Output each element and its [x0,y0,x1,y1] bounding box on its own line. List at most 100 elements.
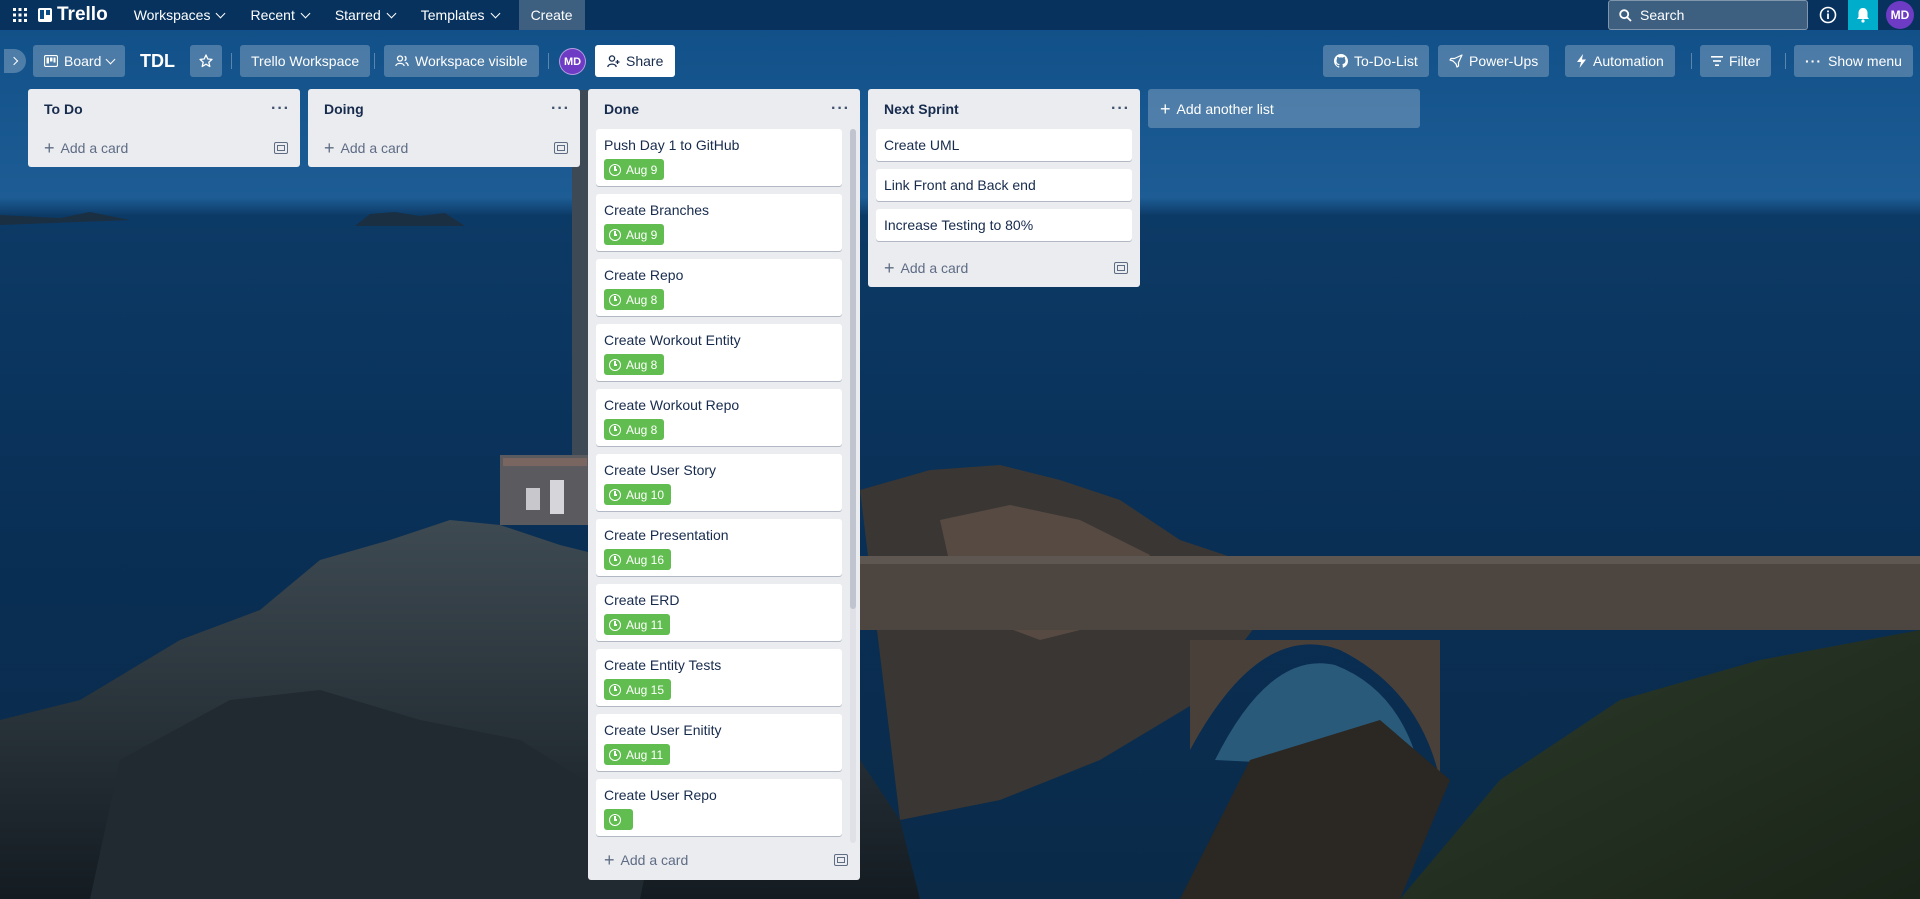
card-title: Create Branches [604,202,710,218]
header-divider [548,53,549,69]
due-date-badge[interactable]: Aug 8 [604,419,665,440]
chevron-down-icon [490,8,501,18]
starred-menu[interactable]: Starred [325,0,405,30]
card[interactable]: Create User Repo [596,779,842,836]
list-title[interactable]: To Do [44,101,83,117]
due-date-badge[interactable]: Aug 11 [604,744,671,765]
notifications-bell-icon[interactable] [1848,0,1878,30]
board-title[interactable]: TDL [130,45,185,77]
board-member-avatar[interactable]: MD [559,48,586,75]
card[interactable]: Create User Story Aug 10 [596,454,842,511]
card-title: Create ERD [604,592,680,608]
github-powerup-button[interactable]: To-Do-List [1323,45,1429,77]
header-divider [374,53,375,69]
card[interactable]: Push Day 1 to GitHub Aug 9 [596,129,842,186]
recent-menu[interactable]: Recent [240,0,318,30]
sidebar-expand-button[interactable] [4,49,26,73]
info-icon[interactable] [1816,3,1840,27]
workspace-button[interactable]: Trello Workspace [240,45,371,77]
due-date-label: Aug 9 [626,162,658,177]
add-card-button[interactable]: + Add a card [884,259,968,277]
card-template-icon[interactable] [1114,262,1128,274]
board-view-label: Board [64,53,102,69]
list-next-sprint: Next Sprint ··· Create UML Link Front an… [868,89,1140,287]
chevron-down-icon [386,8,397,18]
board-view-switcher[interactable]: Board [33,45,126,77]
list-title[interactable]: Doing [324,101,364,117]
app-switcher-icon[interactable] [8,3,32,27]
user-avatar[interactable]: MD [1886,1,1914,29]
filter-button[interactable]: Filter [1700,45,1772,77]
power-ups-button[interactable]: Power-Ups [1438,45,1550,77]
due-date-badge[interactable]: Aug 16 [604,549,672,570]
card[interactable]: Create Workout Repo Aug 8 [596,389,842,446]
search-input[interactable]: Search [1608,0,1808,30]
visibility-label: Workspace visible [415,53,528,69]
visibility-button[interactable]: Workspace visible [384,45,539,77]
due-date-badge[interactable]: Aug 10 [604,484,672,505]
card-template-icon[interactable] [274,142,288,154]
github-icon [1334,54,1348,68]
card-title: Create Presentation [604,527,729,543]
plus-icon: + [1160,98,1171,119]
card[interactable]: Increase Testing to 80% [876,209,1132,241]
trello-logo[interactable]: Trello [38,4,108,26]
list-header: Doing ··· [308,89,580,129]
list-actions-icon[interactable]: ··· [551,101,570,117]
card[interactable]: Create ERD Aug 11 [596,584,842,641]
due-date-badge[interactable]: Aug 9 [604,159,665,180]
star-board-button[interactable] [190,45,222,77]
share-button[interactable]: Share [595,45,676,77]
plus-icon: + [884,258,895,278]
add-card-button[interactable]: + Add a card [44,139,128,157]
due-date-badge[interactable] [604,809,633,830]
automation-label: Automation [1593,53,1664,69]
due-date-badge[interactable]: Aug 11 [604,614,671,635]
add-list-label: Add another list [1176,100,1274,117]
card-title: Create Entity Tests [604,657,722,673]
add-card-row: + Add a card [868,249,1140,287]
card[interactable]: Create UML [876,129,1132,161]
card[interactable]: Link Front and Back end [876,169,1132,201]
add-another-list-button[interactable]: + Add another list [1148,89,1420,128]
card[interactable]: Create Presentation Aug 16 [596,519,842,576]
top-navigation-bar: Trello Workspaces Recent Starred Templat… [0,0,1920,30]
card[interactable]: Create Repo Aug 8 [596,259,842,316]
list-actions-icon[interactable]: ··· [831,101,850,117]
more-dots-icon: ··· [1805,53,1822,69]
add-card-label: Add a card [340,140,409,156]
card[interactable]: Create Entity Tests Aug 15 [596,649,842,706]
workspaces-menu-label: Workspaces [133,7,211,23]
workspaces-menu[interactable]: Workspaces [124,0,235,30]
clock-icon [609,488,621,501]
add-card-button[interactable]: + Add a card [324,139,408,157]
list-title[interactable]: Next Sprint [884,101,959,117]
trello-logo-icon [38,8,52,22]
show-menu-button[interactable]: ··· Show menu [1794,45,1913,77]
board-view-icon [44,55,58,67]
clock-icon [609,683,621,696]
card[interactable]: Create Branches Aug 9 [596,194,842,251]
plus-icon: + [604,849,615,870]
list-actions-icon[interactable]: ··· [1111,101,1130,117]
clock-icon [609,748,621,761]
automation-button[interactable]: Automation [1565,45,1675,77]
board-header: Board TDL Trello Workspace Workspace vis… [0,45,1920,77]
due-date-label: Aug 9 [626,227,658,242]
due-date-badge[interactable]: Aug 8 [604,354,665,375]
card[interactable]: Create Workout Entity Aug 8 [596,324,842,381]
due-date-badge[interactable]: Aug 8 [604,289,665,310]
card[interactable]: Create User Enitity Aug 11 [596,714,842,771]
list-header: To Do ··· [28,89,300,129]
create-button[interactable]: Create [518,0,585,30]
list-actions-icon[interactable]: ··· [271,101,290,117]
list-title[interactable]: Done [604,101,639,117]
card-template-icon[interactable] [834,853,848,866]
card-title: Create Workout Entity [604,332,741,348]
card-template-icon[interactable] [554,142,568,154]
due-date-badge[interactable]: Aug 15 [604,679,672,700]
due-date-badge[interactable]: Aug 9 [604,224,665,245]
filter-label: Filter [1729,53,1761,69]
add-card-button[interactable]: + Add a card [604,851,688,869]
templates-menu[interactable]: Templates [411,0,509,30]
